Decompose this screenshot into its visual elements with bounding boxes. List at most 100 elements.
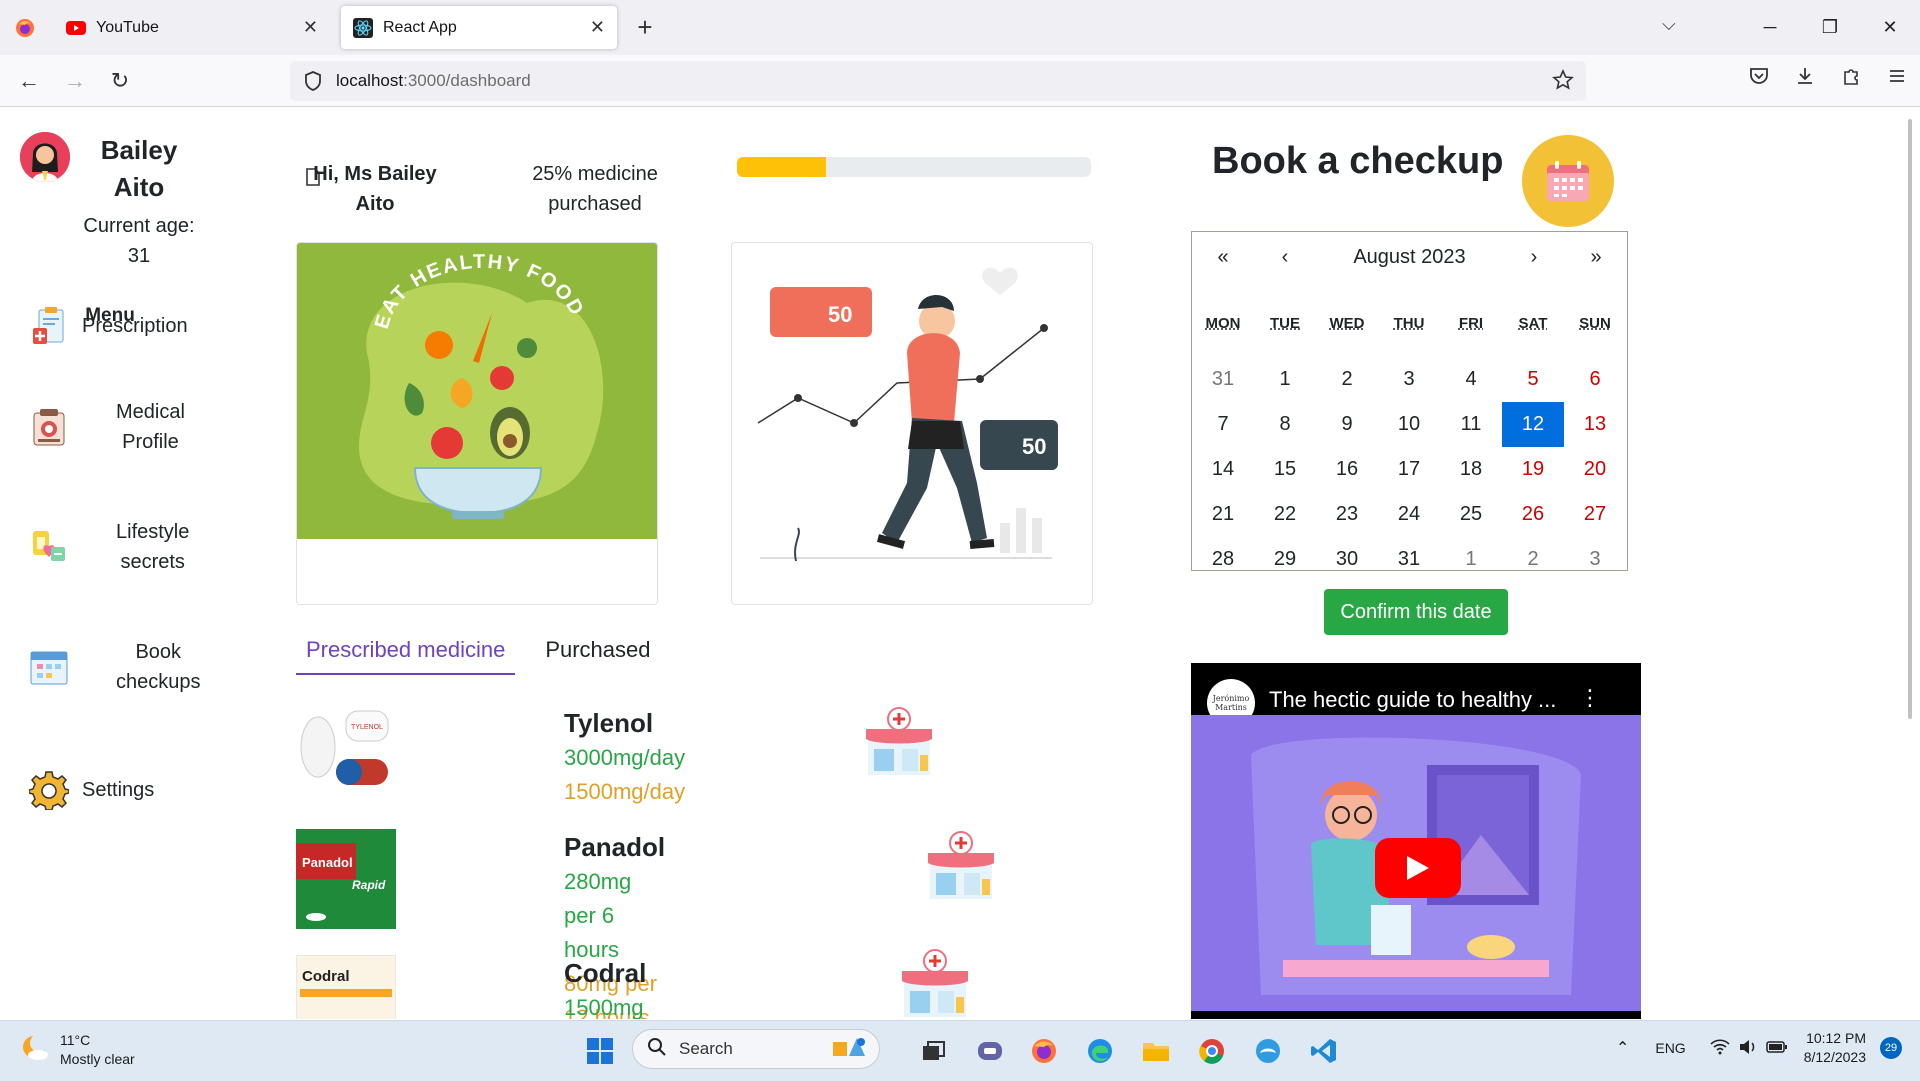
prev-year-button[interactable]: « <box>1192 246 1254 269</box>
reload-icon[interactable]: ↻ <box>105 66 135 96</box>
vscode-icon[interactable] <box>1304 1031 1344 1071</box>
calendar-day[interactable]: 5 <box>1502 357 1564 402</box>
taskbar-search-box[interactable]: Search <box>632 1029 880 1069</box>
page-scrollbar[interactable] <box>1908 119 1912 719</box>
firefox-menu-icon[interactable] <box>10 14 40 42</box>
shield-icon[interactable] <box>300 71 326 91</box>
play-button-icon[interactable] <box>1375 838 1461 898</box>
calendar-day[interactable]: 10 <box>1378 402 1440 447</box>
url-bar[interactable]: localhost:3000/dashboard <box>290 61 1586 186</box>
calendar-day[interactable]: 25 <box>1440 492 1502 537</box>
app-icon[interactable] <box>1248 1031 1288 1071</box>
calendar-day[interactable]: 14 <box>1192 447 1254 492</box>
close-icon[interactable]: ✕ <box>303 17 318 38</box>
calendar-day[interactable]: 8 <box>1254 402 1316 447</box>
calendar-day[interactable]: 17 <box>1378 447 1440 492</box>
close-window-icon[interactable]: ✕ <box>1860 0 1920 55</box>
sidebar-item-medical-profile[interactable]: Medical Profile <box>28 397 185 457</box>
calendar-month-label[interactable]: August 2023 <box>1316 246 1503 269</box>
calendar-day[interactable]: 31 <box>1378 537 1440 582</box>
video-title[interactable]: The hectic guide to healthy ... <box>1269 687 1556 713</box>
task-view-icon[interactable] <box>914 1031 954 1071</box>
calendar-day[interactable]: 24 <box>1378 492 1440 537</box>
calendar-day[interactable]: 28 <box>1192 537 1254 582</box>
language-indicator[interactable]: ENG <box>1655 1040 1685 1056</box>
pharmacy-store-icon[interactable] <box>862 705 936 779</box>
notification-badge[interactable]: 29 <box>1880 1037 1902 1059</box>
extensions-icon[interactable] <box>1828 66 1874 86</box>
calendar-day[interactable]: 18 <box>1440 447 1502 492</box>
sidebar-item-settings[interactable]: Settings <box>28 769 154 811</box>
firefox-taskbar-icon[interactable] <box>1024 1031 1064 1071</box>
pharmacy-store-icon[interactable] <box>924 829 998 903</box>
calendar-day[interactable]: 9 <box>1316 402 1378 447</box>
battery-icon[interactable] <box>1765 1040 1788 1057</box>
calendar-day[interactable]: 21 <box>1192 492 1254 537</box>
calendar-day[interactable]: 19 <box>1502 447 1564 492</box>
clock[interactable]: 10:12 PM 8/12/2023 <box>1804 1029 1866 1067</box>
new-tab-button[interactable]: + <box>630 12 660 43</box>
calendar-day[interactable]: 7 <box>1192 402 1254 447</box>
calendar-day[interactable]: 2 <box>1502 537 1564 582</box>
calendar-day[interactable]: 1 <box>1254 357 1316 402</box>
next-month-button[interactable]: › <box>1503 246 1565 269</box>
youtube-video-embed[interactable]: Jerónimo Martins The hectic guide to hea… <box>1191 663 1641 1019</box>
volume-icon[interactable] <box>1738 1039 1758 1058</box>
bookmark-star-icon[interactable] <box>1552 69 1574 96</box>
calendar-day[interactable]: 2 <box>1316 357 1378 402</box>
more-options-icon[interactable]: ⋮ <box>1579 685 1601 711</box>
downloads-icon[interactable] <box>1782 66 1828 86</box>
calendar-day[interactable]: 11 <box>1440 402 1502 447</box>
teams-chat-icon[interactable] <box>970 1031 1010 1071</box>
calendar-day[interactable]: 30 <box>1316 537 1378 582</box>
calendar-day[interactable]: 31 <box>1192 357 1254 402</box>
tab-youtube[interactable]: YouTube ✕ <box>54 6 330 49</box>
tab-purchased[interactable]: Purchased <box>535 627 660 675</box>
minimize-icon[interactable]: ─ <box>1740 0 1800 55</box>
youtube-icon <box>66 18 86 38</box>
back-icon[interactable]: ← <box>14 66 44 96</box>
chrome-icon[interactable] <box>1192 1031 1232 1071</box>
calendar-day[interactable]: 20 <box>1564 447 1626 492</box>
svg-text:Rapid: Rapid <box>352 878 386 892</box>
calendar-day[interactable]: 12 <box>1502 402 1564 447</box>
forward-icon[interactable]: → <box>60 66 90 96</box>
date-picker-calendar: « ‹ August 2023 › » MON TUE WED THU FRI SAT SU… <box>1191 231 1628 571</box>
calendar-day[interactable]: 15 <box>1254 447 1316 492</box>
next-year-button[interactable]: » <box>1565 246 1627 269</box>
calendar-day[interactable]: 22 <box>1254 492 1316 537</box>
calendar-day[interactable]: 23 <box>1316 492 1378 537</box>
sidebar-item-lifestyle[interactable]: Lifestyle secrets <box>28 517 189 577</box>
user-first-name: Bailey <box>100 135 178 165</box>
calendar-day[interactable]: 6 <box>1564 357 1626 402</box>
weather-widget[interactable]: 11°C Mostly clear <box>20 1031 135 1069</box>
url-path: :3000/dashboard <box>403 71 531 90</box>
confirm-date-button[interactable]: Confirm this date <box>1324 589 1508 635</box>
calendar-day[interactable]: 3 <box>1564 537 1626 582</box>
start-windows-icon[interactable] <box>580 1031 620 1071</box>
calendar-day[interactable]: 29 <box>1254 537 1316 582</box>
file-explorer-icon[interactable] <box>1136 1031 1176 1071</box>
chevron-up-icon[interactable]: ⌃ <box>1616 1038 1629 1058</box>
tab-prescribed-medicine[interactable]: Prescribed medicine <box>296 627 516 675</box>
calendar-day[interactable]: 27 <box>1564 492 1626 537</box>
sidebar-item-book-checkups[interactable]: Book checkups <box>28 637 201 697</box>
calendar-day[interactable]: 16 <box>1316 447 1378 492</box>
pharmacy-store-icon[interactable] <box>898 947 972 1019</box>
restore-icon[interactable]: ❐ <box>1800 0 1860 55</box>
tab-react-app[interactable]: React App ✕ <box>341 6 617 49</box>
calendar-day[interactable]: 13 <box>1564 402 1626 447</box>
sidebar-item-prescription[interactable]: Prescription <box>28 305 188 347</box>
list-tabs-icon[interactable]: ⌵ <box>1662 14 1676 35</box>
close-icon[interactable]: ✕ <box>590 17 605 38</box>
pocket-icon[interactable] <box>1736 66 1782 86</box>
calendar-day[interactable]: 3 <box>1378 357 1440 402</box>
calendar-day[interactable]: 26 <box>1502 492 1564 537</box>
hamburger-menu-icon[interactable] <box>1874 66 1920 86</box>
edge-icon[interactable] <box>1080 1031 1120 1071</box>
prev-month-button[interactable]: ‹ <box>1254 246 1316 269</box>
calendar-day[interactable]: 4 <box>1440 357 1502 402</box>
calendar-day[interactable]: 1 <box>1440 537 1502 582</box>
system-tray: ⌃ ENG 10:12 PM 8/12/2023 29 <box>1616 1029 1902 1067</box>
wifi-icon[interactable] <box>1710 1038 1730 1058</box>
